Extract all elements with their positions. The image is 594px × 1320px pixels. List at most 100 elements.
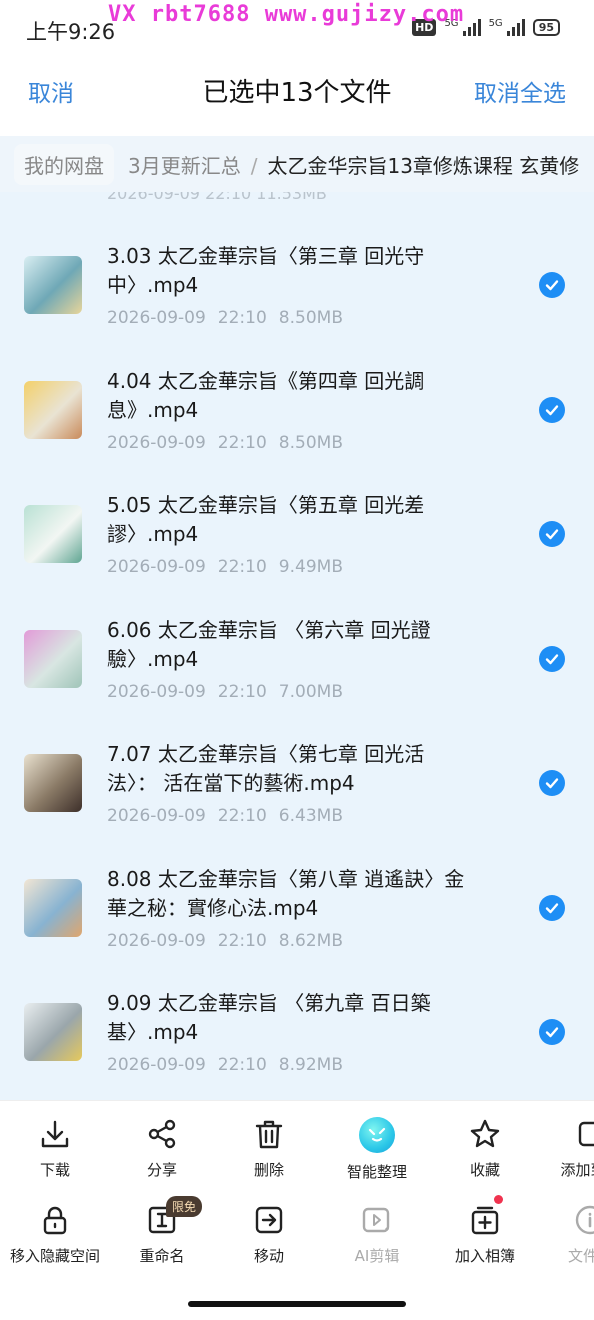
file-row[interactable]: 6.06 太乙金華宗旨 〈第六章 回光證驗〉.mp4 2026-09-09 22:1…: [0, 596, 594, 720]
file-size: 8.50MB: [278, 308, 343, 328]
action-label: 移动: [253, 1247, 284, 1265]
action-star[interactable]: 收藏: [430, 1117, 540, 1180]
file-name: 4.04 太乙金華宗旨《第四章 回光調息》.mp4: [107, 368, 425, 422]
checkbox-checked-icon[interactable]: [539, 1019, 565, 1045]
file-size: 6.43MB: [278, 806, 343, 826]
checkbox-checked-icon[interactable]: [539, 770, 565, 796]
breadcrumb-middle[interactable]: 3月更新汇总: [128, 154, 241, 178]
checkbox-checked-icon[interactable]: [539, 396, 565, 423]
video-thumbnail: [24, 1003, 82, 1061]
checkbox-checked-icon[interactable]: [539, 272, 565, 298]
action-label: 重命名: [139, 1247, 185, 1265]
status-bar: 上午9:26 HD 5G 5G 95 VX rbt7688 www.gujizy…: [0, 0, 594, 56]
breadcrumb: 我的网盘 3月更新汇总 / 太乙金华宗旨13章修炼课程 玄黄修: [0, 136, 594, 192]
action-add-album[interactable]: 加入相簿: [430, 1203, 540, 1266]
share-icon: [107, 1117, 217, 1151]
trash-icon: [214, 1117, 324, 1151]
action-share[interactable]: 分享: [107, 1117, 217, 1180]
file-time: 22:10: [217, 930, 267, 951]
action-label: 下载: [39, 1161, 70, 1179]
action-move[interactable]: 移动: [214, 1203, 324, 1266]
action-label: 文件: [567, 1247, 594, 1265]
action-label: 移入隐藏空间: [9, 1247, 100, 1265]
move-icon: [214, 1203, 324, 1237]
action-download[interactable]: 下载: [0, 1117, 110, 1180]
lock-icon: [0, 1203, 110, 1237]
file-meta: 2026-09-09 22:10 8.50MB: [107, 433, 343, 453]
action-ai-edit[interactable]: AI剪辑: [322, 1203, 432, 1266]
file-time: 22:10: [217, 806, 267, 826]
checkbox-checked-icon[interactable]: [539, 894, 565, 921]
file-name: 3.03 太乙金華宗旨〈第三章 回光守中〉.mp4: [107, 244, 425, 297]
file-date: 2026-09-09: [107, 432, 206, 453]
file-meta: 2026-09-09 22:10 7.00MB: [107, 682, 343, 702]
file-list[interactable]: 2026-09-09 22:10 11.53MB 3.03 太乙金華宗旨〈第三章…: [0, 192, 594, 1100]
file-time: 22:10: [217, 432, 267, 453]
file-row[interactable]: 4.04 太乙金華宗旨《第四章 回光調息》.mp4 2026-09-09 22:10…: [0, 347, 594, 471]
file-name: 9.09 太乙金華宗旨 〈第九章 百日築基〉.mp4: [107, 991, 431, 1044]
action-rename[interactable]: 重命名: [107, 1203, 217, 1266]
file-size: 8.50MB: [278, 432, 343, 453]
file-name: 8.08 太乙金華宗旨〈第八章 逍遙訣〉金華之秘：實修心法.mp4: [107, 866, 465, 920]
add-album-icon: [430, 1203, 540, 1237]
network-type-2: 5G: [488, 18, 503, 29]
checkbox-checked-icon[interactable]: [539, 645, 565, 672]
file-name: 5.05 太乙金華宗旨〈第五章 回光差謬〉.mp4: [107, 493, 425, 546]
file-size: 8.92MB: [278, 1055, 343, 1075]
deselect-all-button[interactable]: 取消全选: [474, 74, 566, 108]
video-thumbnail: [24, 380, 82, 439]
free-badge: 限免: [166, 1196, 203, 1217]
action-lock[interactable]: 移入隐藏空间: [0, 1203, 110, 1266]
file-row[interactable]: 9.09 太乙金華宗旨 〈第九章 百日築基〉.mp4 2026-09-09 22:1…: [0, 969, 594, 1093]
file-meta: 2026-09-09 22:10 8.92MB: [107, 1055, 343, 1075]
video-thumbnail: [24, 754, 82, 812]
cancel-button[interactable]: 取消: [28, 74, 74, 108]
action-label: 分享: [146, 1161, 177, 1179]
home-indicator[interactable]: [188, 1301, 406, 1307]
selection-header: 取消 已选中13个文件 取消全选: [0, 56, 594, 120]
file-date: 2026-09-09: [107, 681, 206, 702]
file-size: 7.00MB: [278, 681, 343, 702]
breadcrumb-current: 太乙金华宗旨13章修炼课程 玄黄修: [267, 154, 580, 178]
file-date: 2026-09-09: [107, 557, 206, 577]
action-panel: 下载 分享 删除 智能整理 收藏 添加到移入隐藏空间 重命名 移动 AI剪辑 加入相簿 文件: [0, 1100, 594, 1320]
file-time: 22:10: [217, 1055, 267, 1075]
action-ai-organize[interactable]: 智能整理: [322, 1117, 432, 1182]
action-label: 删除: [253, 1161, 284, 1179]
action-label: AI剪辑: [354, 1247, 400, 1265]
partial-file-row: 2026-09-09 22:10 11.53MB: [107, 192, 327, 203]
file-time: 22:10: [217, 557, 267, 577]
download-icon: [0, 1117, 110, 1151]
checkbox-checked-icon[interactable]: [539, 521, 565, 547]
signal-icon: [462, 18, 481, 36]
video-thumbnail: [24, 256, 82, 314]
action-trash[interactable]: 删除: [214, 1117, 324, 1180]
file-meta: 2026-09-09 22:10 8.62MB: [107, 931, 343, 951]
action-file-info[interactable]: 文件: [528, 1203, 594, 1266]
file-row[interactable]: 8.08 太乙金華宗旨〈第八章 逍遙訣〉金華之秘：實修心法.mp4 2026-09…: [0, 845, 594, 969]
action-label: 收藏: [469, 1161, 500, 1179]
watermark-text: VX rbt7688 www.gujizy.com: [108, 2, 465, 27]
file-row[interactable]: 7.07 太乙金華宗旨〈第七章 回光活法〉： 活在當下的藝術.mp4 2026-0…: [0, 720, 594, 844]
video-thumbnail: [24, 878, 82, 937]
action-add-to[interactable]: 添加到: [528, 1117, 594, 1180]
file-size: 9.49MB: [278, 557, 343, 577]
file-row[interactable]: 3.03 太乙金華宗旨〈第三章 回光守中〉.mp4 2026-09-09 22:10…: [0, 222, 594, 346]
file-row[interactable]: 5.05 太乙金華宗旨〈第五章 回光差謬〉.mp4 2026-09-09 22:10…: [0, 471, 594, 595]
file-date: 2026-09-09: [107, 930, 206, 951]
video-thumbnail: [24, 629, 82, 688]
notification-dot: [494, 1195, 503, 1204]
file-info-icon: [528, 1203, 594, 1237]
file-name: 7.07 太乙金華宗旨〈第七章 回光活法〉： 活在當下的藝術.mp4: [107, 742, 425, 795]
breadcrumb-root[interactable]: 我的网盘: [14, 144, 114, 185]
breadcrumb-path: 3月更新汇总 / 太乙金华宗旨13章修炼课程 玄黄修: [128, 150, 579, 179]
action-label: 添加到: [560, 1161, 594, 1179]
breadcrumb-separator: /: [250, 154, 258, 178]
file-name: 6.06 太乙金華宗旨 〈第六章 回光證驗〉.mp4: [107, 617, 431, 671]
battery-icon: 95: [532, 18, 560, 36]
signal-icon-2: [506, 18, 525, 36]
add-to-icon: [528, 1117, 594, 1151]
file-date: 2026-09-09: [107, 1055, 206, 1075]
file-time: 22:10: [217, 681, 267, 702]
ai-organize-icon: [359, 1117, 395, 1153]
